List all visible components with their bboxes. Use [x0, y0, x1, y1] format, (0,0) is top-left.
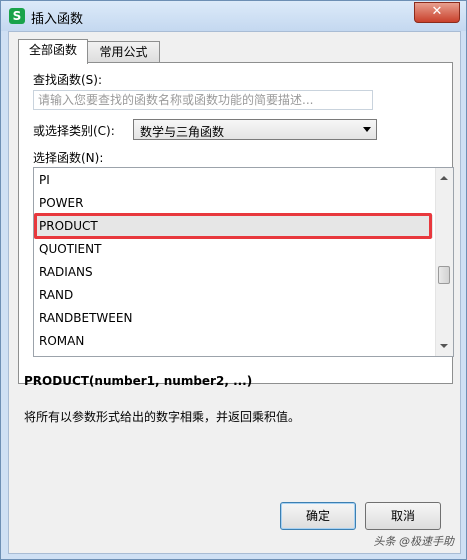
scroll-down-icon[interactable] — [440, 344, 448, 348]
function-description: 将所有以参数形式给出的数字相乘，并返回乘积值。 — [24, 410, 301, 424]
dialog-body: 全部函数 常用公式 查找函数(S): 或选择类别(C): 数学与三角函数 选择函… — [8, 31, 461, 554]
list-item[interactable]: RANDBETWEEN — [34, 307, 433, 330]
selection-highlight-box — [34, 213, 432, 239]
list-item[interactable]: QUOTIENT — [34, 238, 433, 261]
category-select[interactable]: 数学与三角函数 — [133, 119, 377, 140]
title-bar[interactable]: S 插入函数 ✕ — [1, 1, 466, 31]
chevron-down-icon — [363, 127, 371, 132]
insert-function-dialog: S 插入函数 ✕ 全部函数 常用公式 查找函数(S): 或选择类别(C): 数学… — [0, 0, 467, 560]
ok-button[interactable]: 确定 — [280, 502, 356, 530]
list-item[interactable]: PI — [34, 169, 433, 192]
function-signature: PRODUCT(number1, number2, ...) — [24, 374, 253, 388]
list-item[interactable]: ROMAN — [34, 330, 433, 353]
list-item[interactable]: POWER — [34, 192, 433, 215]
search-input[interactable] — [33, 90, 373, 110]
app-icon: S — [9, 8, 25, 24]
tab-all-functions[interactable]: 全部函数 — [18, 39, 88, 64]
close-button[interactable]: ✕ — [414, 2, 460, 23]
tab-panel: 查找函数(S): 或选择类别(C): 数学与三角函数 选择函数(N): PI P… — [18, 62, 454, 384]
category-value: 数学与三角函数 — [140, 125, 225, 139]
function-list-label: 选择函数(N): — [33, 151, 104, 165]
list-item[interactable]: RAND — [34, 284, 433, 307]
dialog-title: 插入函数 — [31, 12, 84, 27]
cancel-button[interactable]: 取消 — [365, 502, 441, 530]
tab-common-formulas[interactable]: 常用公式 — [87, 41, 160, 63]
category-label: 或选择类别(C): — [33, 124, 115, 138]
scroll-up-icon[interactable] — [440, 176, 448, 180]
function-listbox[interactable]: PI POWER PRODUCT QUOTIENT RADIANS RAND R… — [33, 167, 454, 357]
watermark: 头条 @极速手助 — [373, 535, 455, 548]
list-scrollbar[interactable] — [435, 168, 453, 356]
search-label: 查找函数(S): — [33, 73, 103, 87]
scroll-thumb[interactable] — [438, 266, 450, 284]
list-item[interactable]: RADIANS — [34, 261, 433, 284]
